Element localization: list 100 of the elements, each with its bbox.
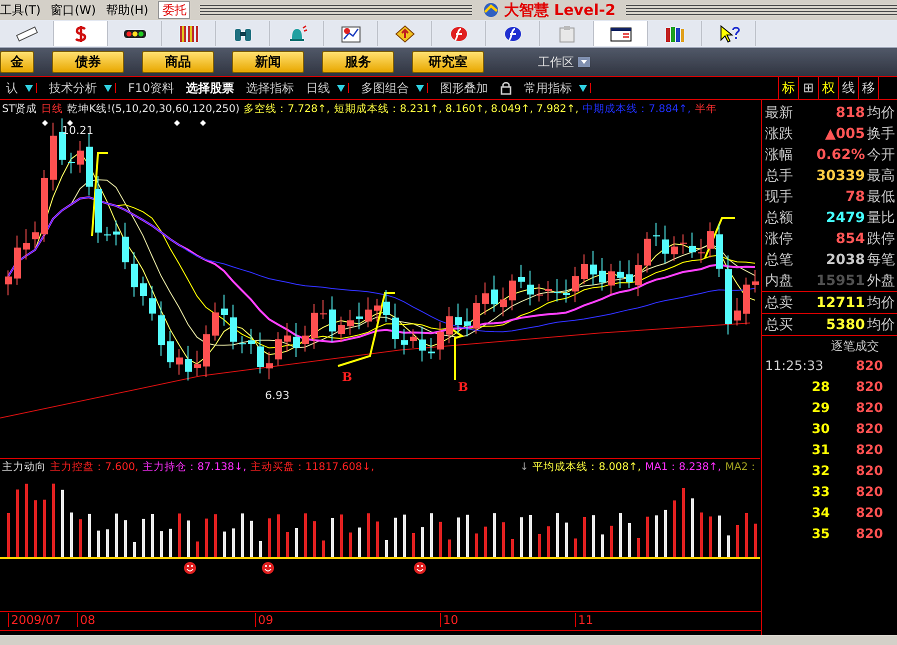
date-axis-label: 10	[440, 613, 458, 627]
side-tab[interactable]: 移	[859, 77, 879, 99]
buy-signal-label: B	[458, 380, 468, 394]
indicator-legend-text: MA2：	[725, 460, 759, 474]
quote-value: 2038	[825, 252, 866, 268]
trade-time: 32	[810, 464, 831, 479]
window-icon	[610, 27, 631, 41]
side-tab[interactable]: 权	[819, 77, 839, 99]
nav-button[interactable]: 新闻	[232, 51, 304, 73]
trade-time: 33	[810, 485, 831, 500]
logo-icon	[482, 2, 500, 18]
diamond-sign-icon	[394, 24, 414, 42]
toolbar-button[interactable]	[594, 21, 648, 46]
lock-icon[interactable]	[500, 81, 512, 95]
trade-time: 28	[810, 380, 831, 395]
quote-label: 换手	[867, 124, 895, 142]
trade-price: 820	[856, 380, 883, 395]
quote-label: 最新	[765, 104, 793, 122]
quote-label: 总笔	[765, 250, 793, 268]
legend-text: 半年	[694, 102, 717, 116]
quote-label: 现手	[765, 188, 793, 206]
quote-label: 最低	[867, 188, 895, 206]
trade-price: 820	[856, 401, 883, 416]
indicator-legend-text: 主力持仓：87.138↓,	[142, 460, 246, 474]
dropdown-arrow-icon[interactable]	[336, 83, 350, 93]
indicator-legend-text: MA1：8.238↑,	[644, 460, 722, 474]
quote-label: 总卖	[765, 294, 793, 312]
trade-time: 35	[810, 527, 831, 542]
quote-label: 总手	[765, 166, 793, 184]
quote-label: 均价	[867, 294, 895, 312]
date-axis-label: 08	[77, 613, 96, 627]
quote-label: 总额	[765, 208, 793, 226]
date-axis-label: 2009/07	[8, 613, 61, 627]
quote-label: 今开	[867, 146, 895, 164]
step-line	[704, 217, 735, 258]
diamond-marker	[67, 120, 73, 126]
trade-price: 820	[856, 359, 883, 374]
diamond-marker	[42, 120, 48, 126]
quote-value: 2479	[825, 210, 866, 226]
quote-value: 78	[844, 188, 866, 204]
quote-value: 854	[834, 230, 866, 246]
side-tab[interactable]: 线	[839, 77, 859, 99]
books-icon	[666, 26, 684, 42]
quote-label: 每笔	[867, 250, 895, 268]
nav-button[interactable]: 服务	[322, 51, 394, 73]
low-price-label: 6.93	[265, 389, 290, 402]
quote-label: 均价	[867, 104, 895, 122]
buy-signal-label: B	[342, 370, 352, 384]
clipboard-icon	[559, 26, 574, 42]
trade-price: 820	[856, 506, 883, 521]
legend-text: 中期成本线：7.884↑,	[582, 102, 691, 116]
dropdown-arrow-icon[interactable]	[24, 83, 37, 93]
date-axis-label: 09	[255, 613, 274, 627]
trade-time: 30	[810, 422, 831, 437]
quote-value: 0.62%	[815, 146, 866, 162]
indicator-legend-text: 主动买盘：11817.608↓,	[250, 460, 374, 474]
trade-button[interactable]: 委托	[158, 1, 190, 19]
date-axis-label: 11	[575, 613, 594, 627]
quote-value: ▲005	[824, 126, 866, 142]
menu-item[interactable]: 工具(T)	[0, 2, 41, 18]
nav-button[interactable]: 研究室	[412, 51, 484, 73]
menu-item[interactable]: 帮助(H)	[106, 2, 148, 18]
side-tab[interactable]: 标	[779, 77, 799, 99]
smiley-icon	[262, 562, 274, 574]
quote-label: 涨跌	[765, 124, 793, 142]
nav-button[interactable]: 债券	[52, 51, 124, 73]
indicator-legend-text: 主力动向	[2, 460, 46, 474]
dropdown-arrow-icon[interactable]	[103, 83, 116, 93]
menu-item[interactable]: 窗口(W)	[50, 2, 96, 18]
legend-text: 乾坤K线!(5,10,20,30,60,120,250)	[67, 102, 240, 116]
quote-label: 外盘	[867, 272, 895, 290]
nav-button[interactable]: 商品	[142, 51, 214, 73]
smiley-icon	[184, 562, 196, 574]
trade-price: 820	[856, 485, 883, 500]
legend-text: 日线	[41, 102, 64, 116]
quote-value: 15951	[815, 272, 866, 288]
trade-price: 820	[856, 527, 883, 542]
circle-letter-icon	[450, 26, 466, 40]
quote-label: 最高	[867, 166, 895, 184]
trade-time: 29	[810, 401, 831, 416]
quote-value: 30339	[815, 168, 866, 184]
trade-time: 34	[810, 506, 831, 521]
quote-label: 内盘	[765, 272, 793, 290]
workspace-dropdown[interactable]: 工作区	[532, 52, 596, 72]
dropdown-arrow-icon[interactable]	[578, 83, 592, 93]
indicator-legend-text: 主力控盘：7.600,	[50, 460, 138, 474]
dropdown-arrow-icon[interactable]	[415, 83, 428, 93]
high-price-label: 10.21	[62, 124, 94, 137]
diamond-marker	[200, 120, 206, 126]
striped-bars-icon	[180, 24, 198, 42]
binoculars-icon	[234, 28, 250, 40]
quote-value: 5380	[825, 316, 866, 332]
trades-title: 逐笔成交	[831, 338, 879, 354]
chart-report-icon	[341, 26, 360, 42]
nav-button[interactable]: 金	[0, 51, 34, 73]
indicator-legend-text: 平均成本线：8.008↑,	[532, 460, 641, 474]
legend-text: 短期成本线：8.231↑, 8.160↑, 8.049↑, 7.982↑,	[334, 102, 579, 116]
quote-label: 均价	[867, 316, 895, 334]
trade-time: 11:25:33	[765, 359, 824, 374]
quote-value: 12711	[815, 294, 866, 310]
